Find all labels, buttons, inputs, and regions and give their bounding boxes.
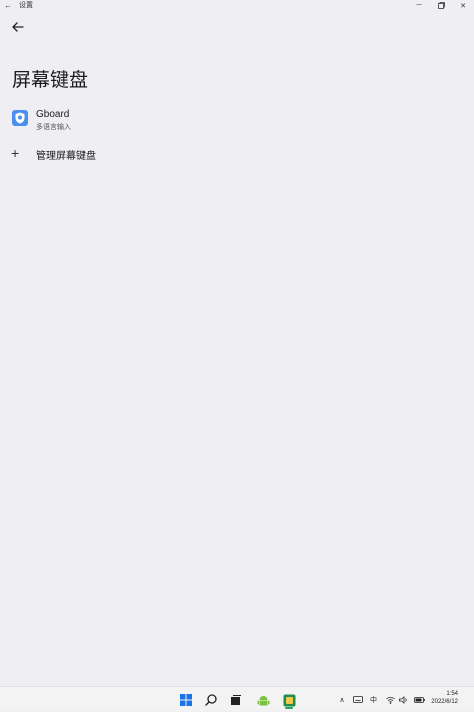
clock-time: 1:54 bbox=[446, 691, 458, 697]
keyboard-subtitle: 多语言输入 bbox=[36, 124, 71, 131]
close-icon[interactable]: ✕ bbox=[452, 0, 474, 11]
restore-icon[interactable] bbox=[430, 0, 452, 11]
clock-date: 2022/6/12 bbox=[431, 699, 458, 705]
system-tray: ∧ 中 bbox=[336, 687, 425, 712]
clock[interactable]: 1:54 2022/6/12 bbox=[431, 690, 458, 706]
page-title: 屏幕键盘 bbox=[12, 70, 89, 91]
task-view-icon bbox=[231, 695, 241, 705]
app-icon bbox=[283, 694, 295, 706]
battery-icon[interactable] bbox=[414, 696, 425, 703]
titlebar-back-icon[interactable]: ← bbox=[4, 0, 14, 11]
plus-icon: + bbox=[11, 145, 20, 161]
android-app-button[interactable] bbox=[253, 690, 273, 710]
keyboard-icon[interactable] bbox=[353, 696, 363, 703]
minimize-icon[interactable]: ─ bbox=[408, 0, 430, 11]
android-icon bbox=[257, 695, 269, 705]
ime-indicator[interactable]: 中 bbox=[370, 695, 377, 705]
taskbar: ∧ 中 1:54 2022/6/12 bbox=[0, 686, 474, 711]
search-button[interactable] bbox=[201, 690, 221, 710]
scrollbar[interactable] bbox=[471, 16, 473, 676]
start-button[interactable] bbox=[176, 690, 196, 710]
volume-icon[interactable] bbox=[399, 695, 408, 704]
wifi-icon[interactable] bbox=[386, 696, 395, 704]
title-bar: ← 设置 bbox=[0, 0, 474, 11]
search-icon bbox=[205, 694, 217, 706]
active-indicator bbox=[285, 707, 293, 709]
manage-keyboards-label: 管理屏幕键盘 bbox=[36, 151, 96, 162]
window-controls: ─ ✕ bbox=[408, 0, 474, 11]
chevron-up-icon[interactable]: ∧ bbox=[336, 696, 348, 704]
gboard-icon bbox=[12, 110, 28, 126]
task-view-button[interactable] bbox=[226, 690, 246, 710]
window-title: 设置 bbox=[19, 2, 33, 9]
settings-app-button[interactable] bbox=[279, 690, 299, 710]
keyboard-name: Gboard bbox=[36, 109, 70, 120]
back-arrow-icon bbox=[12, 22, 24, 32]
manage-keyboards-button[interactable]: + 管理屏幕键盘 bbox=[0, 143, 474, 163]
keyboard-item-gboard[interactable]: Gboard 多语言输入 bbox=[0, 105, 474, 133]
windows-start-icon bbox=[180, 694, 192, 706]
back-button[interactable] bbox=[8, 18, 28, 36]
